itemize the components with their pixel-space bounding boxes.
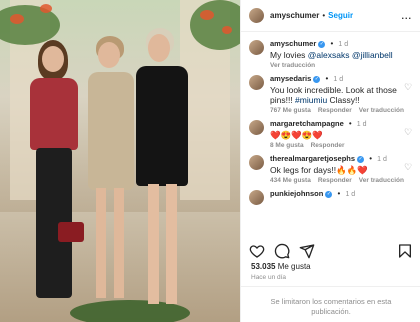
comment-likes[interactable]: 8 Me gusta <box>270 142 304 149</box>
foliage <box>0 5 60 45</box>
follow-button[interactable]: Seguir <box>328 11 353 20</box>
comment-likes[interactable]: 434 Me gusta <box>270 177 311 184</box>
likes-count[interactable]: 53.035 Me gusta <box>251 262 311 271</box>
comment-username[interactable]: amysedaris <box>270 74 311 83</box>
comment-username[interactable]: therealmargaretjosephs <box>270 154 355 163</box>
comment-text: ❤️😍❤️😍❤️ <box>270 130 323 140</box>
comment: margaretchampagne • 1 d ❤️😍❤️😍❤️ 8 Me gu… <box>241 114 420 149</box>
separator-dot: • <box>325 74 329 83</box>
comment-time[interactable]: 1 d <box>338 41 348 48</box>
mention-link[interactable]: @alexsaks <box>308 50 350 60</box>
flower <box>10 14 24 24</box>
more-options-icon[interactable]: ... <box>401 11 412 21</box>
separator-dot: • <box>348 119 352 128</box>
comment-avatar[interactable] <box>249 120 264 135</box>
comment-avatar[interactable] <box>249 40 264 55</box>
comment-text: You look incredible. Look at those pins!… <box>270 85 397 105</box>
author-avatar[interactable] <box>249 8 264 23</box>
separator-dot: • <box>322 11 326 20</box>
post-timestamp[interactable]: Hace un día <box>251 274 286 281</box>
comment-username[interactable]: amyschumer <box>270 39 316 48</box>
verified-badge-icon: ✓ <box>318 40 326 48</box>
separator-dot: • <box>369 154 373 163</box>
hashtag-link[interactable]: #miumiu <box>295 95 327 105</box>
reply-link[interactable]: Responder <box>311 142 345 149</box>
heart-icon[interactable] <box>249 243 265 259</box>
post-photo[interactable] <box>0 0 240 322</box>
comment: therealmargaretjosephs ✓ • 1 d Ok legs f… <box>241 149 420 184</box>
post-header: amyschumer • Seguir ... <box>241 0 420 32</box>
verified-badge-icon: ✓ <box>325 190 333 198</box>
comment-like-heart-icon[interactable]: ♡ <box>404 163 413 172</box>
flower <box>40 4 52 13</box>
comment-avatar[interactable] <box>249 75 264 90</box>
see-translation-link[interactable]: Ver traducción <box>359 177 404 184</box>
comment-meta: 8 Me gusta Responder <box>270 142 410 149</box>
mention-link[interactable]: @jillianbell <box>352 50 393 60</box>
comment: amyschumer ✓ • 1 d My lovies @alexsaks @… <box>241 34 420 69</box>
share-icon[interactable] <box>299 243 315 259</box>
comment-username[interactable]: punkiejohnson <box>270 189 323 198</box>
post-actions <box>241 240 420 262</box>
comment-text: Ok legs for days!!🔥🔥❤️ <box>270 165 368 175</box>
comment-icon[interactable] <box>274 243 290 259</box>
comment-avatar[interactable] <box>249 190 264 205</box>
comment-text: My lovies @alexsaks @jillianbell <box>270 50 393 60</box>
comment-like-heart-icon[interactable]: ♡ <box>404 83 413 92</box>
reply-link[interactable]: Responder <box>318 107 352 114</box>
comment: amysedaris ✓ • 1 d You look incredible. … <box>241 69 420 114</box>
post-sidebar: amyschumer • Seguir ... amyschumer ✓ • 1… <box>240 0 420 322</box>
author-username[interactable]: amyschumer <box>270 11 319 20</box>
comment: punkiejohnson ✓ • 1 d <box>241 184 420 205</box>
comment-username[interactable]: margaretchampagne <box>270 119 344 128</box>
verified-badge-icon: ✓ <box>313 75 321 83</box>
comment-time[interactable]: 1 d <box>357 121 367 128</box>
comment-meta: Ver traducción <box>270 62 410 69</box>
comment-time[interactable]: 1 d <box>377 156 387 163</box>
comment-likes[interactable]: 767 Me gusta <box>270 107 311 114</box>
flower <box>222 26 232 34</box>
reply-link[interactable]: Responder <box>318 177 352 184</box>
separator-dot: • <box>337 189 341 198</box>
comment-avatar[interactable] <box>249 155 264 170</box>
verified-badge-icon: ✓ <box>357 155 365 163</box>
comment-time[interactable]: 1 d <box>333 76 343 83</box>
separator-dot: • <box>330 39 334 48</box>
comments-limited-notice: Se limitaron los comentarios en esta pub… <box>241 286 420 322</box>
comment-time[interactable]: 1 d <box>345 191 355 198</box>
comments-list[interactable]: amyschumer ✓ • 1 d My lovies @alexsaks @… <box>241 34 420 234</box>
comment-like-heart-icon[interactable]: ♡ <box>404 128 413 137</box>
comment-meta: 434 Me gusta Responder Ver traducción <box>270 177 410 184</box>
flower <box>200 10 214 20</box>
see-translation-link[interactable]: Ver traducción <box>270 62 315 69</box>
comment-meta: 767 Me gusta Responder Ver traducción <box>270 107 410 114</box>
bookmark-icon[interactable] <box>397 243 413 259</box>
see-translation-link[interactable]: Ver traducción <box>359 107 404 114</box>
